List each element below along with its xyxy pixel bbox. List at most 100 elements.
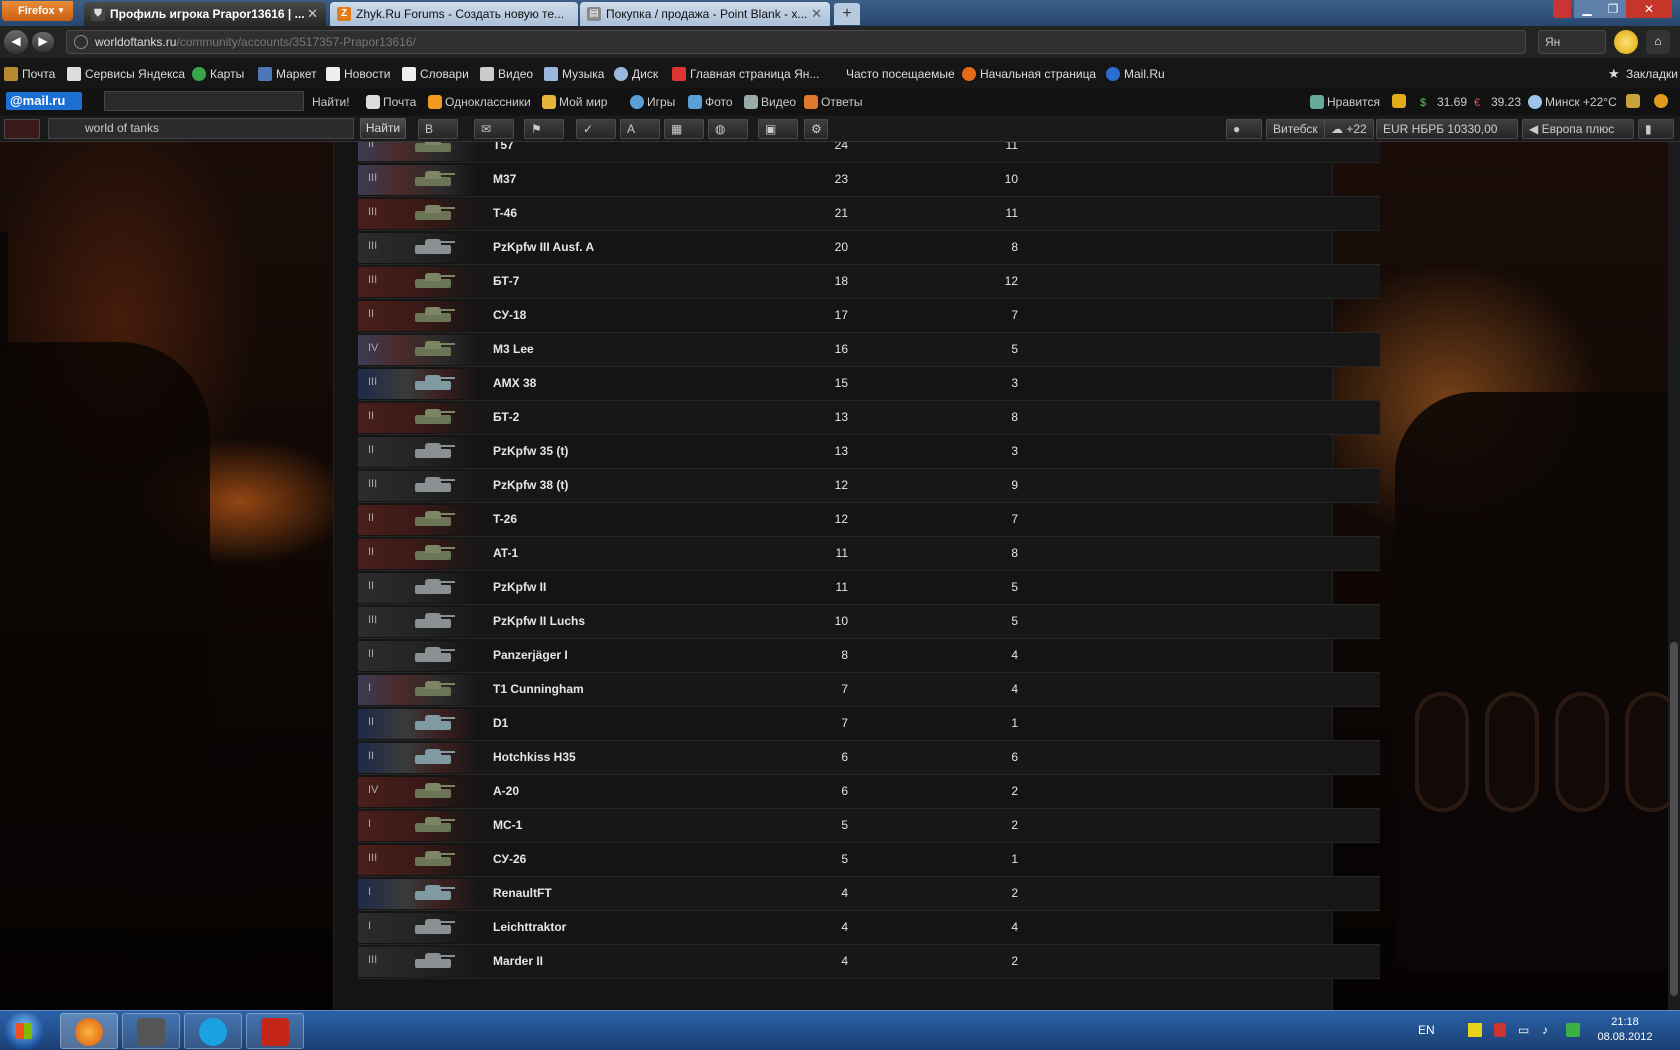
vehicle-name[interactable]: T-46 [493, 206, 517, 220]
bookmark-item[interactable]: Часто посещаемые [828, 66, 955, 82]
close-icon[interactable]: ✕ [307, 2, 318, 26]
tab-active[interactable]: ⛊ Профиль игрока Prapor13616 | ... ✕ [84, 2, 326, 26]
firefox-menu-button[interactable]: Firefox ▼ [2, 1, 73, 21]
mailru-logo[interactable]: @mail.ru [6, 92, 82, 110]
start-button[interactable] [4, 1013, 44, 1049]
signal-icon[interactable]: ▮ [1638, 119, 1674, 139]
cart-button[interactable]: ⚑ [524, 119, 564, 139]
mailru-search-input[interactable] [104, 91, 304, 111]
close-icon[interactable]: ✕ [811, 2, 822, 26]
vk-button[interactable]: В [418, 119, 458, 139]
vehicle-name[interactable]: D1 [493, 716, 508, 730]
mail-button[interactable]: ✉ [474, 119, 514, 139]
network-icon[interactable]: ▭ [1518, 1023, 1529, 1037]
yandex-find-button[interactable]: Найти [360, 118, 406, 139]
vehicle-name[interactable]: PzKpfw III Ausf. A [493, 240, 594, 254]
vehicle-name[interactable]: T-26 [493, 512, 517, 526]
vehicle-name[interactable]: Panzerjäger I [493, 648, 568, 662]
bookmark-item[interactable]: Новости [326, 66, 390, 82]
vehicle-name[interactable]: PzKpfw II Luchs [493, 614, 585, 628]
vehicle-name[interactable]: RenaultFT [493, 886, 552, 900]
vehicle-name[interactable]: СУ-26 [493, 852, 526, 866]
taskbar-skype[interactable] [184, 1013, 242, 1049]
tray-status-icon[interactable] [1566, 1023, 1580, 1037]
mailru-link[interactable]: Видео [744, 94, 796, 110]
new-tab-button[interactable]: + [834, 3, 860, 25]
bookmark-item[interactable]: Mail.Ru [1106, 66, 1165, 82]
bookmark-item[interactable]: Диск [614, 66, 658, 82]
taskbar-zhyk[interactable] [246, 1013, 304, 1049]
yandex-menu-button[interactable] [4, 119, 40, 139]
vehicle-name[interactable]: T1 Cunningham [493, 682, 584, 696]
vehicle-name[interactable]: Hotchkiss H35 [493, 750, 576, 764]
search-engine-box[interactable]: Ян [1538, 30, 1606, 54]
bookmark-item[interactable]: Маркет [258, 66, 317, 82]
vehicle-name[interactable]: M3 Lee [493, 342, 534, 356]
news-button[interactable]: ▦ [664, 119, 704, 139]
addon-icon[interactable] [1626, 94, 1640, 110]
vehicle-name[interactable]: Leichttraktor [493, 920, 566, 934]
apps-button[interactable]: ▣ [758, 119, 798, 139]
tray-shield-icon[interactable] [1494, 1023, 1506, 1037]
language-indicator[interactable]: EN [1418, 1023, 1435, 1037]
check-button[interactable]: ✓ [576, 119, 616, 139]
vehicle-name[interactable]: AT-1 [493, 546, 518, 560]
taskbar-clock[interactable]: 21:18 08.08.2012 [1590, 1015, 1660, 1045]
vehicle-name[interactable]: БТ-2 [493, 410, 519, 424]
bookmark-item[interactable]: Сервисы Яндекса [67, 66, 185, 82]
radio-button[interactable]: ◀ Европа плюс [1522, 119, 1634, 139]
back-button[interactable]: ◀ [4, 30, 28, 54]
vehicle-name[interactable]: M37 [493, 172, 516, 186]
tray-app-icon[interactable] [1468, 1023, 1482, 1037]
vehicle-name[interactable]: БТ-7 [493, 274, 519, 288]
mailru-link[interactable]: Фото [688, 94, 733, 110]
weather-widget[interactable]: Минск +22°C [1528, 94, 1617, 110]
mailru-link[interactable]: Одноклассники [428, 94, 531, 110]
bookmark-item[interactable]: Почта [4, 66, 55, 82]
chat-button[interactable]: ◍ [708, 119, 748, 139]
bookmark-item[interactable]: Главная страница Ян... [672, 66, 819, 82]
vehicle-name[interactable]: AMX 38 [493, 376, 536, 390]
vehicle-name[interactable]: МС-1 [493, 818, 522, 832]
scrollbar-thumb[interactable] [1670, 642, 1678, 996]
vehicle-name[interactable]: СУ-18 [493, 308, 526, 322]
scrollbar[interactable] [1668, 142, 1680, 1010]
bookmark-item[interactable]: Начальная страница [962, 66, 1096, 82]
vehicle-name[interactable]: A-20 [493, 784, 519, 798]
bookmark-item[interactable]: Карты [192, 66, 244, 82]
vehicle-name[interactable]: Marder II [493, 954, 543, 968]
forward-button[interactable]: ▶ [32, 32, 54, 52]
tab-pointblank[interactable]: ▤ Покупка / продажа - Point Blank - х...… [580, 2, 830, 26]
mailru-link[interactable]: Игры [630, 94, 675, 110]
bookmark-item[interactable]: Музыка [544, 66, 604, 82]
minimize-button[interactable]: ▁ [1574, 0, 1600, 18]
vehicle-name[interactable]: PzKpfw II [493, 580, 546, 594]
tab-zhyk[interactable]: Z Zhyk.Ru Forums - Создать новую те... [330, 2, 578, 26]
mailru-link[interactable]: Ответы [804, 94, 862, 110]
close-window-button[interactable]: ✕ [1626, 0, 1672, 18]
vehicle-name[interactable]: PzKpfw 38 (t) [493, 478, 568, 492]
maximize-button[interactable]: ❐ [1600, 0, 1626, 18]
temperature-button[interactable]: ☁ +22 [1324, 119, 1374, 139]
gear-icon[interactable]: ⚙ [804, 119, 828, 139]
taskbar-firefox[interactable] [60, 1013, 118, 1049]
addon-icon[interactable] [1614, 30, 1638, 54]
bookmark-item[interactable]: Словари [402, 66, 469, 82]
status-button[interactable]: ● [1226, 119, 1262, 139]
city-button[interactable]: Витебск [1266, 119, 1325, 139]
taskbar-wot[interactable] [122, 1013, 180, 1049]
mailru-link[interactable]: Мой мир [542, 94, 607, 110]
currency-button[interactable]: EUR НБРБ 10330,00 [1376, 119, 1518, 139]
translate-button[interactable]: A [620, 119, 660, 139]
bookmarks-menu[interactable]: ★ Закладки [1608, 66, 1678, 82]
vehicle-name[interactable]: PzKpfw 35 (t) [493, 444, 568, 458]
home-icon[interactable]: ⌂ [1646, 30, 1670, 54]
addon-shield-icon[interactable] [1553, 0, 1571, 18]
yandex-search-input[interactable]: world of tanks [48, 118, 354, 139]
bookmark-item[interactable]: Видео [480, 66, 533, 82]
settings-icon[interactable] [1654, 94, 1668, 110]
mail-icon[interactable] [1392, 94, 1406, 110]
vehicle-name[interactable]: T57 [493, 142, 514, 152]
like-button[interactable]: Нравится [1310, 94, 1380, 110]
address-bar[interactable]: worldoftanks.ru/community/accounts/35173… [66, 30, 1526, 54]
